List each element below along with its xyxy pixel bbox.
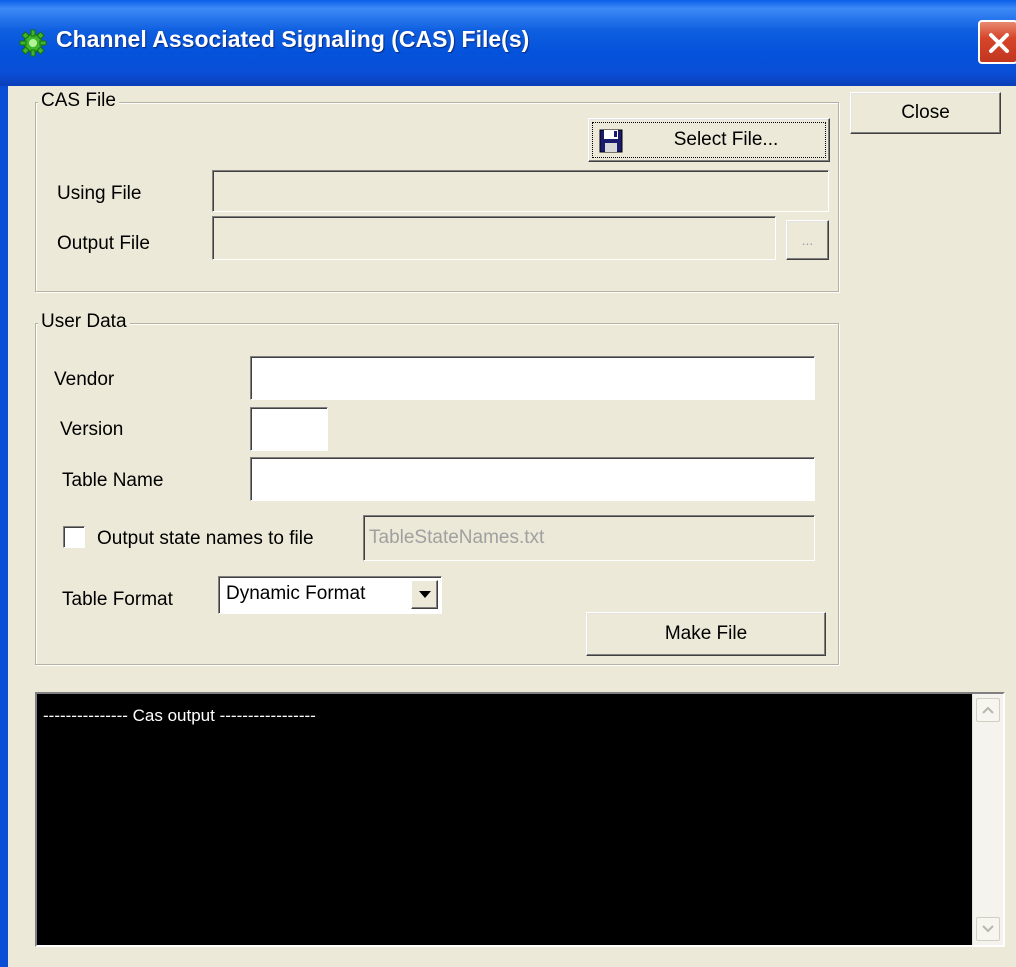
state-names-file-field[interactable]: TableStateNames.txt (363, 515, 815, 561)
window-title: Channel Associated Signaling (CAS) File(… (56, 26, 530, 52)
using-file-field[interactable] (212, 170, 829, 212)
scroll-up-button[interactable] (976, 698, 1000, 722)
cas-output-console[interactable]: --------------- Cas output -------------… (35, 692, 1005, 947)
vendor-label: Vendor (54, 369, 115, 390)
close-button[interactable]: Close (850, 92, 1001, 134)
table-format-dropdown-button[interactable] (411, 580, 438, 609)
make-file-button[interactable]: Make File (586, 612, 826, 656)
select-file-button[interactable]: Select File... (588, 118, 830, 162)
green-gear-icon (19, 29, 47, 57)
window-close-button[interactable] (978, 20, 1016, 64)
chevron-down-icon (419, 591, 431, 598)
vendor-input[interactable] (250, 356, 815, 400)
console-scrollbar[interactable] (972, 694, 1003, 945)
table-format-label: Table Format (62, 589, 173, 610)
table-name-label: Table Name (62, 470, 164, 491)
output-file-field[interactable] (212, 216, 776, 260)
version-input[interactable] (250, 407, 328, 451)
using-file-label: Using File (57, 183, 142, 204)
window-left-border (0, 86, 8, 967)
title-bar[interactable]: Channel Associated Signaling (CAS) File(… (0, 0, 1016, 86)
scroll-down-button[interactable] (976, 917, 1000, 941)
table-format-value: Dynamic Format (226, 583, 366, 604)
table-format-select[interactable]: Dynamic Format (218, 576, 442, 614)
user-data-group-label: User Data (38, 311, 130, 333)
output-state-names-label[interactable]: Output state names to file (97, 528, 314, 550)
select-file-button-label: Select File... (673, 129, 779, 150)
close-x-icon (989, 33, 1009, 53)
cas-dialog-window: Channel Associated Signaling (CAS) File(… (0, 0, 1016, 967)
output-state-names-checkbox[interactable] (63, 526, 85, 548)
cas-output-text: --------------- Cas output -------------… (43, 706, 316, 725)
cas-file-group-label: CAS File (38, 90, 119, 112)
browse-output-file-button[interactable]: ... (786, 220, 829, 260)
floppy-disk-icon (599, 129, 623, 153)
version-label: Version (60, 419, 124, 440)
chevron-down-icon (982, 925, 994, 933)
table-name-input[interactable] (250, 457, 815, 501)
chevron-up-icon (982, 706, 994, 714)
output-file-label: Output File (57, 233, 150, 254)
